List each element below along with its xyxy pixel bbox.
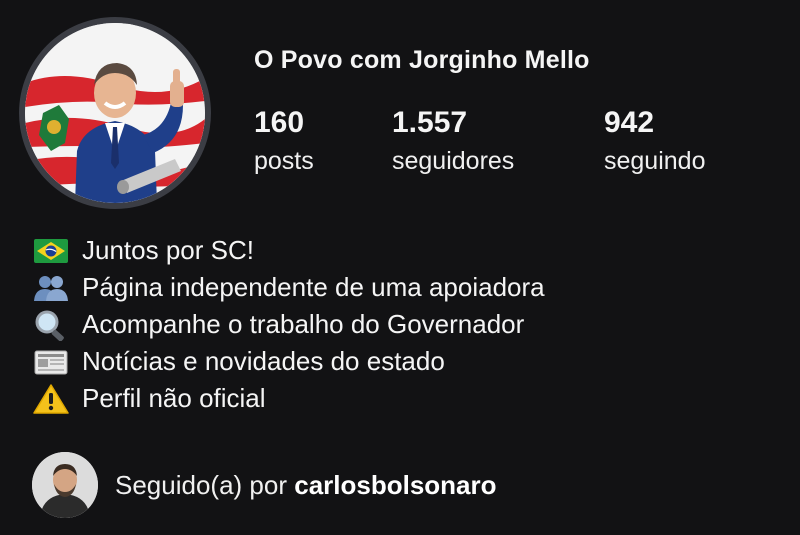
bio-line: Notícias e novidades do estado [33, 343, 545, 380]
bio-text: Página independente de uma apoiadora [82, 272, 545, 302]
posts-count[interactable]: 160 posts [254, 106, 314, 178]
bio-text: Perfil não oficial [82, 383, 266, 413]
following-value: 942 [604, 106, 655, 139]
bio-text: Notícias e novidades do estado [82, 346, 445, 376]
warning-icon [33, 383, 69, 414]
profile-name: O Povo com Jorginho Mello [254, 46, 590, 74]
bio-text: Juntos por SC! [82, 235, 254, 265]
following-label: seguindo [604, 147, 706, 175]
profile-bio: Juntos por SC! Página independente de um… [33, 232, 545, 417]
followed-by-prefix: Seguido(a) por [115, 469, 287, 500]
newspaper-icon [33, 347, 69, 377]
bio-text: Acompanhe o trabalho do Governador [82, 309, 525, 339]
followers-count[interactable]: 1.557 seguidores [392, 106, 514, 178]
posts-label: posts [254, 147, 314, 175]
followers-label: seguidores [392, 147, 515, 175]
follower-username-link[interactable]: carlosbolsonaro [294, 470, 496, 500]
follower-avatar[interactable] [32, 452, 98, 518]
profile-avatar[interactable] [19, 17, 211, 209]
followed-by-text: Seguido(a) por carlosbolsonaro [115, 470, 497, 501]
bio-line: Página independente de uma apoiadora [33, 269, 545, 306]
magnifier-icon [33, 310, 69, 341]
profile-photo [25, 23, 205, 203]
bio-line: Acompanhe o trabalho do Governador [33, 306, 545, 343]
posts-value: 160 [254, 106, 305, 139]
followers-value: 1.557 [392, 106, 468, 139]
following-count[interactable]: 942 seguindo [604, 106, 705, 178]
bio-line: Perfil não oficial [33, 380, 545, 417]
people-icon [33, 273, 69, 303]
followed-by[interactable]: Seguido(a) por carlosbolsonaro [32, 452, 497, 518]
bio-line: Juntos por SC! [33, 232, 545, 269]
brazil-flag-icon [33, 236, 69, 266]
